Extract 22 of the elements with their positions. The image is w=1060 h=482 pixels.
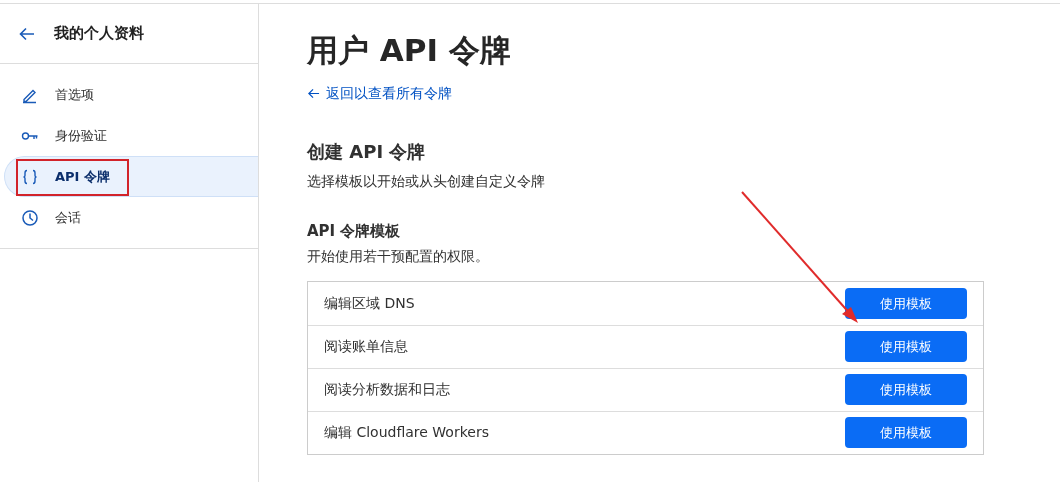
use-template-button[interactable]: 使用模板	[845, 417, 967, 449]
use-template-button[interactable]: 使用模板	[845, 331, 967, 363]
section-description: 选择模板以开始或从头创建自定义令牌	[307, 171, 546, 191]
use-template-button[interactable]: 使用模板	[845, 287, 967, 319]
clock-icon	[21, 208, 39, 227]
use-template-button[interactable]: 使用模板	[845, 374, 967, 406]
template-name: 阅读分析数据和日志	[324, 380, 450, 400]
back-link[interactable]: 返回以查看所有令牌	[307, 83, 452, 105]
templates-title: API 令牌模板	[307, 221, 402, 240]
template-name: 阅读账单信息	[324, 337, 408, 357]
templates-description: 开始使用若干预配置的权限。	[307, 246, 490, 266]
section-title: 创建 API 令牌	[307, 141, 427, 163]
left-arrow-icon	[307, 87, 320, 101]
template-name: 编辑 Cloudflare Workers	[324, 423, 489, 443]
sidebar-item[interactable]: 会话	[4, 197, 258, 238]
page-title: 用户 API 令牌	[307, 32, 512, 70]
sidebar-title: 我的个人资料	[54, 23, 144, 45]
braces-icon	[21, 167, 39, 186]
sidebar-item[interactable]: 首选项	[4, 74, 258, 115]
sidebar-item[interactable]: API 令牌	[4, 156, 258, 197]
template-name: 编辑区域 DNS	[324, 293, 415, 313]
sidebar-item[interactable]: 身份验证	[4, 115, 258, 156]
